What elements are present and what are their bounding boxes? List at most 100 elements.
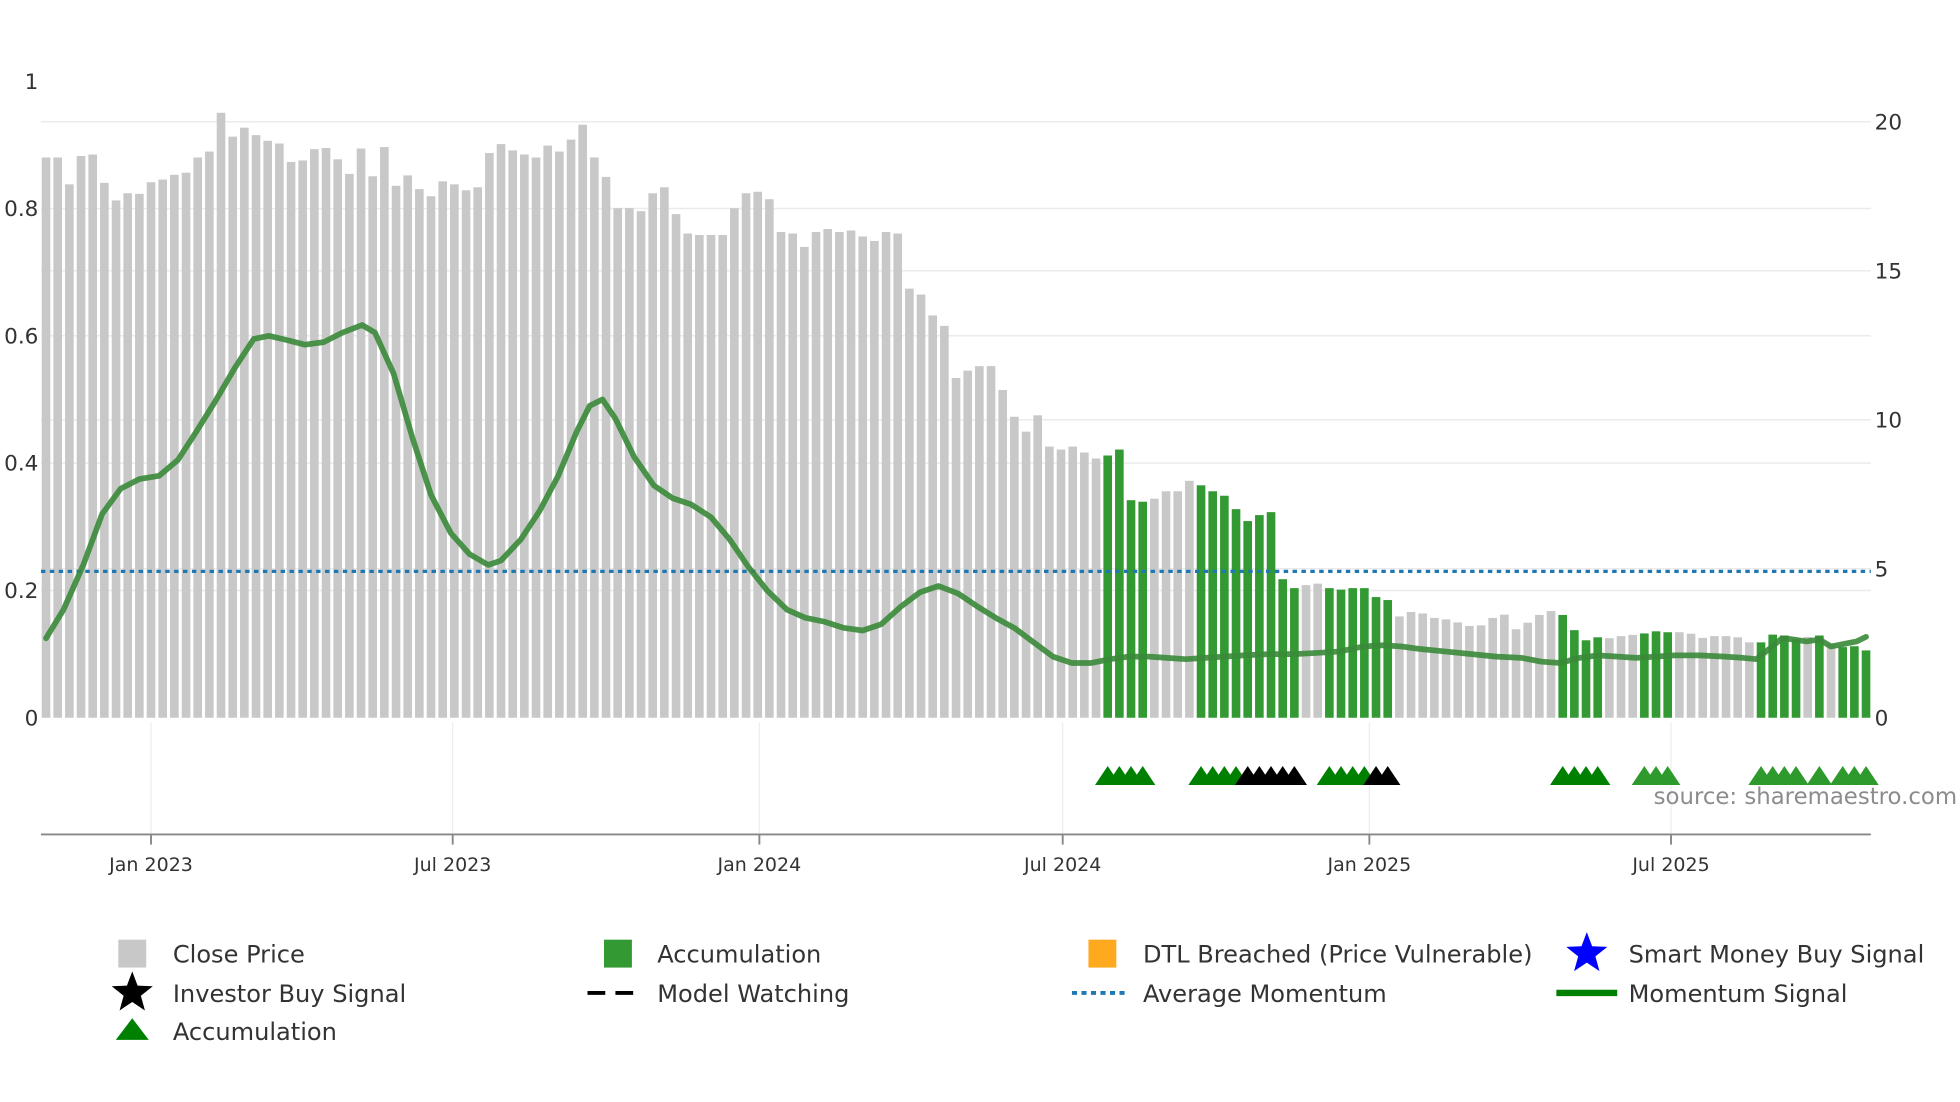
- close-price-bar: [146, 182, 156, 718]
- close-price-bar: [123, 193, 133, 718]
- close-price-bar: [251, 135, 261, 718]
- close-price-bar: [905, 288, 914, 718]
- x-tick-label: Jul 2023: [413, 854, 491, 876]
- close-price-bar: [998, 389, 1008, 718]
- close-price-bar: [496, 144, 506, 718]
- left-axis-tick-label: 1: [25, 70, 39, 95]
- accumulation-bar: [1138, 501, 1148, 718]
- close-price-bar: [928, 315, 938, 718]
- close-price-bar: [660, 187, 669, 718]
- accumulation-bar: [1780, 635, 1789, 718]
- price-bars: [41, 112, 1871, 718]
- close-price-bar: [1476, 625, 1486, 718]
- close-price-bar: [205, 151, 214, 718]
- close-price-bar: [1465, 625, 1474, 718]
- close-price-bar: [228, 136, 238, 718]
- accumulation-bar: [1348, 588, 1358, 718]
- close-price-bar: [426, 196, 436, 718]
- close-price-bar: [1500, 614, 1509, 718]
- left-axis-tick-label: 0.8: [4, 197, 38, 222]
- close-price-bar: [683, 233, 693, 718]
- close-price-bar: [1628, 634, 1638, 718]
- close-price-bar: [1523, 622, 1533, 718]
- accumulation-bar: [1243, 521, 1253, 718]
- accumulation-bar: [1850, 646, 1859, 718]
- close-price-bar: [1826, 643, 1836, 718]
- close-price-bar: [333, 159, 343, 718]
- accumulation-bar: [1791, 639, 1801, 718]
- accumulation-bar: [1838, 647, 1848, 718]
- blue-star-icon: [1566, 932, 1608, 972]
- close-price-bar: [1068, 446, 1078, 718]
- close-price-bar: [1418, 613, 1428, 718]
- close-price-bar: [566, 139, 576, 718]
- close-price-bar: [1430, 617, 1439, 718]
- legend-label: Smart Money Buy Signal: [1629, 941, 1925, 969]
- close-price-bar: [811, 232, 821, 718]
- close-price-bar: [76, 156, 86, 718]
- black-star-icon: [111, 971, 153, 1011]
- close-price-bar: [555, 151, 564, 718]
- close-price-bar: [718, 234, 728, 718]
- green-triangle-icon: [115, 1018, 149, 1040]
- signal-markers: [1095, 765, 1879, 785]
- close-price-bar: [1453, 622, 1463, 718]
- legend-label: Investor Buy Signal: [173, 980, 406, 1008]
- accumulation-bar: [1278, 579, 1288, 718]
- close-price-bar: [1406, 611, 1416, 718]
- close-price-bar: [986, 366, 996, 718]
- close-price-bar: [1441, 619, 1451, 718]
- source-label: source: sharemaestro.com: [1654, 784, 1957, 810]
- close-price-bar: [520, 154, 529, 718]
- close-price-bar: [1803, 636, 1813, 718]
- accumulation-bar: [1640, 633, 1649, 718]
- close-price-bar: [403, 175, 413, 718]
- close-price-bar: [916, 294, 926, 718]
- close-price-bar: [1045, 446, 1054, 718]
- right-axis-tick-label: 10: [1875, 408, 1902, 433]
- accumulation-bar: [1651, 631, 1661, 718]
- accumulation-bar: [1815, 635, 1824, 718]
- accumulation-bar: [1115, 449, 1124, 718]
- close-price-bar: [800, 246, 809, 718]
- close-price-bar: [1173, 491, 1183, 718]
- close-price-bar: [1605, 638, 1614, 718]
- close-price-bar: [1745, 642, 1754, 718]
- close-price-bar: [776, 232, 786, 718]
- right-axis-tick-label: 15: [1875, 259, 1902, 284]
- close-price-bar: [450, 184, 459, 718]
- x-tick-label: Jul 2025: [1631, 854, 1709, 876]
- green-square-icon: [604, 939, 632, 968]
- x-tick-label: Jul 2024: [1023, 854, 1101, 876]
- close-price-bar: [100, 182, 109, 718]
- close-price-bar: [1686, 633, 1696, 718]
- accumulation-bar: [1861, 650, 1871, 718]
- close-price-bar: [391, 185, 401, 718]
- accumulation-bar: [1371, 597, 1381, 718]
- close-price-bar: [1698, 637, 1708, 718]
- close-price-bar: [216, 112, 226, 718]
- close-price-bar: [1616, 636, 1626, 718]
- close-price-bar: [625, 208, 634, 718]
- x-tick-label: Jan 2025: [1326, 854, 1411, 876]
- accumulation-bar: [1196, 485, 1206, 718]
- stock-signal-chart: Jan 2023 Jul 2023 Jan 2024 Jul 2024 Jan 2025…: [4, 70, 1957, 1046]
- close-price-bar: [835, 232, 844, 718]
- close-price-bar: [65, 184, 74, 718]
- close-price-bar: [695, 234, 704, 718]
- close-price-bar: [975, 366, 984, 718]
- legend-label: Momentum Signal: [1629, 980, 1848, 1008]
- close-price-bar: [485, 153, 494, 718]
- close-price-bar: [1010, 416, 1019, 718]
- close-price-bar: [111, 200, 121, 718]
- close-price-bar: [461, 190, 471, 718]
- accumulation-bar: [1220, 495, 1229, 718]
- close-price-bar: [275, 143, 284, 718]
- close-price-bar: [870, 240, 879, 718]
- accumulation-bar: [1360, 588, 1369, 718]
- accumulation-bar: [1570, 630, 1579, 718]
- close-price-bar: [858, 236, 868, 718]
- close-price-bar: [1535, 614, 1544, 718]
- accumulation-bar: [1255, 515, 1264, 718]
- close-price-bar: [310, 149, 319, 718]
